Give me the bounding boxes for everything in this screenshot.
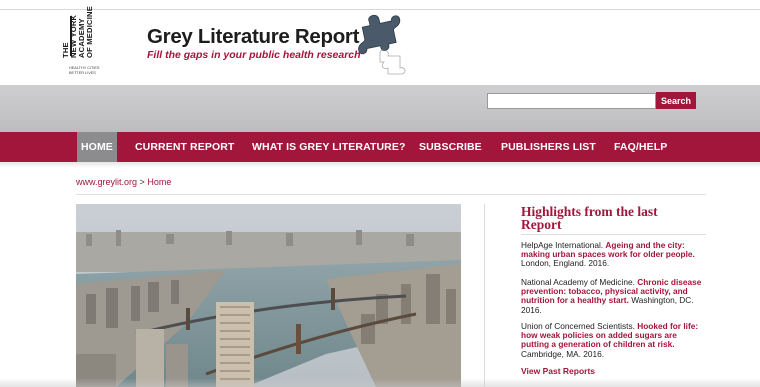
logo-tagline: HEALTHY CITIES BETTER LIVES [69, 66, 99, 75]
main-nav: HOME CURRENT REPORT WHAT IS GREY LITERAT… [0, 132, 760, 162]
entry-meta: London, England. 2016. [521, 258, 610, 269]
nav-item-home[interactable]: HOME [77, 132, 117, 162]
top-rule [0, 9, 760, 10]
search-input[interactable] [487, 93, 656, 109]
logo-tagline-line: BETTER LIVES [69, 70, 96, 75]
logo-line: OF MEDICINE [85, 6, 94, 58]
site-title[interactable]: Grey Literature Report [147, 25, 359, 49]
highlights-title: Highlights from the last Report [521, 204, 658, 232]
breadcrumb-rule [76, 194, 706, 195]
puzzle-piece-icon [358, 14, 406, 75]
search-button[interactable]: Search [656, 92, 696, 109]
nav-item-what-is-grey-literature[interactable]: WHAT IS GREY LITERATURE? [252, 132, 405, 162]
highlight-entry: HelpAge International. Ageing and the ci… [521, 240, 706, 269]
nav-item-faq-help[interactable]: FAQ/HELP [614, 132, 667, 162]
breadcrumb-current[interactable]: Home [147, 177, 171, 187]
city-aerial-photo [76, 204, 461, 387]
highlight-entry: National Academy of Medicine. Chronic di… [521, 277, 706, 315]
breadcrumb: www.greylit.org > Home [76, 177, 171, 187]
academy-logo[interactable]: THE NEW YORK ACADEMY OF MEDICINE HEALTHY… [60, 6, 108, 78]
nav-item-publishers-list[interactable]: PUBLISHERS LIST [501, 132, 596, 162]
breadcrumb-root[interactable]: www.greylit.org [76, 177, 137, 187]
highlight-entry: Union of Concerned Scientists. Hooked fo… [521, 321, 706, 359]
breadcrumb-separator: > [139, 177, 145, 187]
logo-tagline-line: HEALTHY CITIES [69, 66, 100, 70]
bottom-fade [0, 378, 760, 387]
logo-text: THE NEW YORK ACADEMY OF MEDICINE [61, 6, 94, 58]
nav-item-subscribe[interactable]: SUBSCRIBE [419, 132, 482, 162]
nav-shadow [0, 162, 760, 168]
site-tagline: Fill the gaps in your public health rese… [147, 49, 361, 61]
content-divider [484, 204, 485, 387]
entry-meta: Cambridge, MA. 2016. [521, 348, 605, 359]
highlights-rule [521, 234, 706, 235]
view-past-reports-link[interactable]: View Past Reports [521, 366, 595, 376]
nav-item-current-report[interactable]: CURRENT REPORT [135, 132, 234, 162]
